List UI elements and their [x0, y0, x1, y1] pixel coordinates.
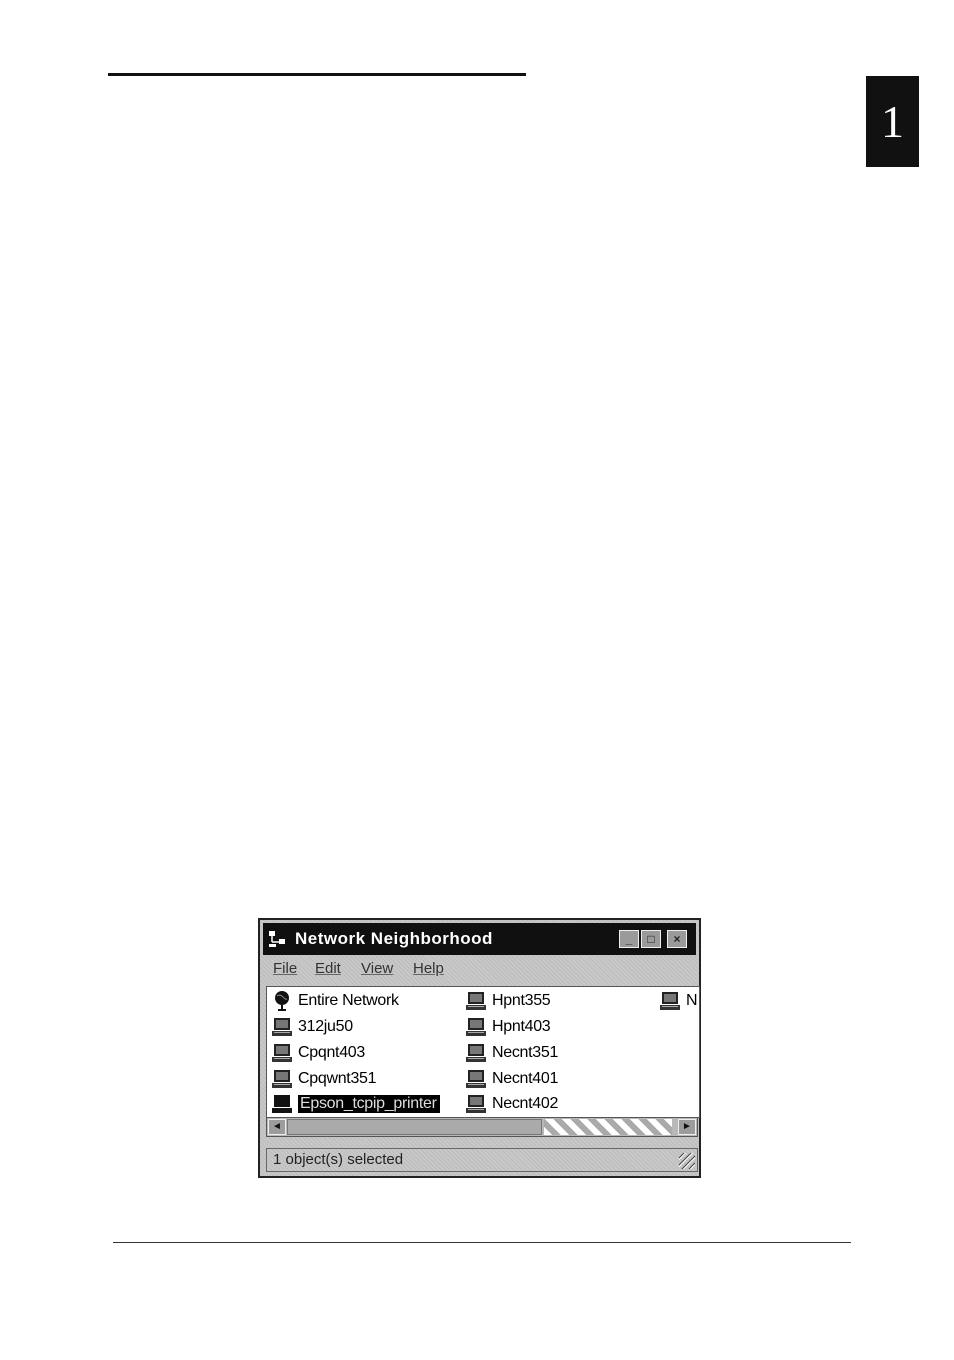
- list-item-truncated[interactable]: N: [659, 989, 698, 1013]
- chapter-tab: 1: [866, 76, 919, 167]
- list-item-necnt402[interactable]: Necnt402: [465, 1092, 558, 1116]
- list-item-entire-network[interactable]: Entire Network: [271, 989, 399, 1013]
- scroll-thumb[interactable]: [287, 1119, 542, 1135]
- close-button[interactable]: ×: [667, 930, 687, 948]
- resize-grip-icon[interactable]: [679, 1153, 695, 1169]
- computer-icon: [466, 1018, 486, 1036]
- scroll-track[interactable]: [544, 1119, 672, 1135]
- item-label: Entire Network: [298, 992, 399, 1009]
- list-item-cpqwnt351[interactable]: Cpqwnt351: [271, 1067, 377, 1091]
- maximize-button[interactable]: □: [641, 930, 661, 948]
- list-item-hpnt403[interactable]: Hpnt403: [465, 1015, 551, 1039]
- minimize-button[interactable]: _: [619, 930, 639, 948]
- title-bar[interactable]: Network Neighborhood _ □ ×: [263, 923, 696, 955]
- computer-icon: [272, 1095, 292, 1113]
- globe-icon: [275, 991, 289, 1011]
- computer-icon: [466, 1095, 486, 1113]
- computer-icon: [272, 1018, 292, 1036]
- list-item-necnt401[interactable]: Necnt401: [465, 1067, 558, 1091]
- list-item-hpnt355[interactable]: Hpnt355: [465, 989, 551, 1013]
- horizontal-scrollbar[interactable]: ◄ ►: [266, 1117, 698, 1137]
- menu-help[interactable]: Help: [413, 960, 444, 977]
- list-item-epson-tcpip-printer[interactable]: Epson_tcpip_printer: [271, 1092, 440, 1116]
- item-label: Necnt401: [492, 1070, 559, 1087]
- menu-view[interactable]: View: [361, 960, 393, 977]
- item-label: 312ju50: [298, 1018, 353, 1035]
- list-item-312ju50[interactable]: 312ju50: [271, 1015, 353, 1039]
- computer-icon: [272, 1070, 292, 1088]
- status-text: 1 object(s) selected: [273, 1151, 404, 1168]
- status-bar: 1 object(s) selected: [266, 1148, 698, 1172]
- list-item-cpqnt403[interactable]: Cpqnt403: [271, 1041, 365, 1065]
- scroll-left-button[interactable]: ◄: [268, 1119, 286, 1135]
- file-list-view: Entire Network 312ju50 Cpqnt403 Cpqwnt35…: [266, 986, 700, 1118]
- menu-file[interactable]: File: [273, 960, 297, 977]
- item-label: Epson_tcpip_printer: [298, 1095, 440, 1113]
- menu-bar: File Edit View Help: [263, 957, 696, 983]
- window-title: Network Neighborhood: [295, 929, 493, 948]
- network-neighborhood-window: Network Neighborhood _ □ × File Edit Vie…: [258, 918, 701, 1178]
- item-label: Necnt402: [492, 1095, 559, 1112]
- item-label: Hpnt403: [492, 1018, 551, 1035]
- computer-icon: [466, 992, 486, 1010]
- computer-icon: [466, 1070, 486, 1088]
- scroll-right-button[interactable]: ►: [678, 1119, 696, 1135]
- item-label: N: [686, 992, 698, 1009]
- computer-icon: [466, 1044, 486, 1062]
- list-item-necnt351[interactable]: Necnt351: [465, 1041, 558, 1065]
- network-neighborhood-icon: [269, 931, 285, 947]
- item-label: Necnt351: [492, 1044, 559, 1061]
- item-label: Cpqnt403: [298, 1044, 365, 1061]
- computer-icon: [272, 1044, 292, 1062]
- item-label: Cpqwnt351: [298, 1070, 377, 1087]
- item-label: Hpnt355: [492, 992, 551, 1009]
- computer-icon: [660, 992, 680, 1010]
- top-rule: [108, 73, 526, 76]
- bottom-rule: [113, 1242, 851, 1243]
- menu-edit[interactable]: Edit: [315, 960, 341, 977]
